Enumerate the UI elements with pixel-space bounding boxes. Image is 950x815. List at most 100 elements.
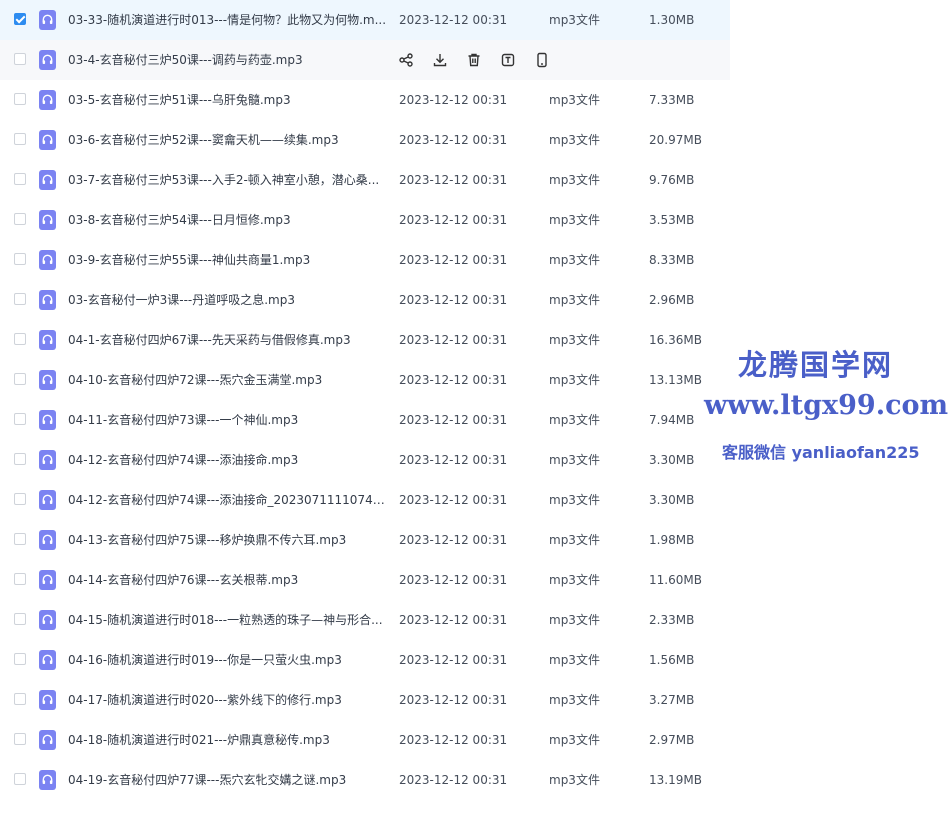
audio-file-icon [39, 370, 56, 390]
watermark-site-name: 龙腾国学网 [738, 348, 894, 382]
file-name[interactable]: 04-13-玄音秘付四炉75课---移炉换鼎不传六耳.mp3 [68, 520, 388, 560]
row-checkbox[interactable] [14, 173, 26, 185]
watermark-url: www.ltgx99.com [704, 390, 949, 421]
file-date: 2023-12-12 00:31 [399, 333, 508, 347]
row-checkbox[interactable] [14, 53, 26, 65]
file-name[interactable]: 03-玄音秘付一炉3课---丹道呼吸之息.mp3 [68, 280, 388, 320]
file-name[interactable]: 04-15-随机演道进行时018---一粒熟透的珠子—神与形合... [68, 600, 388, 640]
audio-file-icon [39, 650, 56, 670]
file-date: 2023-12-12 00:31 [399, 173, 508, 187]
row-checkbox[interactable] [14, 533, 26, 545]
download-icon[interactable] [432, 52, 448, 68]
row-checkbox[interactable] [14, 373, 26, 385]
file-name[interactable]: 04-14-玄音秘付四炉76课---玄关根蒂.mp3 [68, 560, 388, 600]
file-date: 2023-12-12 00:31 [399, 93, 508, 107]
table-row[interactable]: 03-33-随机演道进行时013---情是何物？此物又为何物.m... 2023-… [0, 0, 730, 40]
table-row[interactable]: 03-7-玄音秘付三炉53课---入手2-顿入神室小憩，潜心桑... 2023-1… [0, 160, 730, 200]
file-type: mp3文件 [549, 373, 600, 387]
file-size: 13.13MB [649, 373, 702, 387]
row-checkbox[interactable] [14, 93, 26, 105]
file-name[interactable]: 04-12-玄音秘付四炉74课---添油接命.mp3 [68, 440, 388, 480]
table-row[interactable]: 03-玄音秘付一炉3课---丹道呼吸之息.mp3 2023-12-12 00:31… [0, 280, 730, 320]
file-type: mp3文件 [549, 133, 600, 147]
file-type: mp3文件 [549, 333, 600, 347]
file-name[interactable]: 03-33-随机演道进行时013---情是何物？此物又为何物.m... [68, 0, 388, 40]
table-row[interactable]: 04-15-随机演道进行时018---一粒熟透的珠子—神与形合... 2023-1… [0, 600, 730, 640]
rename-icon[interactable] [500, 52, 516, 68]
share-icon[interactable] [398, 52, 414, 68]
audio-file-icon [39, 450, 56, 470]
table-row[interactable]: 03-5-玄音秘付三炉51课---乌肝兔髓.mp3 2023-12-12 00:3… [0, 80, 730, 120]
table-row[interactable]: 04-11-玄音秘付四炉73课---一个神仙.mp3 2023-12-12 00:… [0, 400, 730, 440]
row-checkbox[interactable] [14, 693, 26, 705]
file-name[interactable]: 04-17-随机演道进行时020---紫外线下的修行.mp3 [68, 680, 388, 720]
file-name[interactable]: 04-19-玄音秘付四炉77课---炁穴玄牝交媾之谜.mp3 [68, 760, 388, 800]
audio-file-icon [39, 130, 56, 150]
file-date: 2023-12-12 00:31 [399, 13, 508, 27]
file-size: 20.97MB [649, 133, 702, 147]
file-name[interactable]: 04-18-随机演道进行时021---炉鼎真意秘传.mp3 [68, 720, 388, 760]
table-row[interactable]: 04-17-随机演道进行时020---紫外线下的修行.mp3 2023-12-12… [0, 680, 730, 720]
file-name[interactable]: 03-9-玄音秘付三炉55课---神仙共商量1.mp3 [68, 240, 388, 280]
file-type: mp3文件 [549, 573, 600, 587]
audio-file-icon [39, 250, 56, 270]
file-size: 3.53MB [649, 213, 695, 227]
table-row[interactable]: 04-12-玄音秘付四炉74课---添油接命_20230711110741...… [0, 480, 730, 520]
file-type: mp3文件 [549, 253, 600, 267]
row-checkbox[interactable] [14, 773, 26, 785]
table-row[interactable]: 04-18-随机演道进行时021---炉鼎真意秘传.mp3 2023-12-12 … [0, 720, 730, 760]
file-size: 11.60MB [649, 573, 702, 587]
row-checkbox[interactable] [14, 133, 26, 145]
table-row[interactable]: 04-1-玄音秘付四炉67课---先天采药与借假修真.mp3 2023-12-12… [0, 320, 730, 360]
row-checkbox[interactable] [14, 253, 26, 265]
file-date: 2023-12-12 00:31 [399, 373, 508, 387]
file-size: 8.33MB [649, 253, 695, 267]
row-checkbox[interactable] [14, 493, 26, 505]
file-type: mp3文件 [549, 293, 600, 307]
table-row[interactable]: 04-14-玄音秘付四炉76课---玄关根蒂.mp3 2023-12-12 00:… [0, 560, 730, 600]
file-name[interactable]: 04-12-玄音秘付四炉74课---添油接命_20230711110741... [68, 480, 388, 520]
table-row[interactable]: 04-10-玄音秘付四炉72课---炁穴金玉满堂.mp3 2023-12-12 0… [0, 360, 730, 400]
file-type: mp3文件 [549, 733, 600, 747]
file-name[interactable]: 04-16-随机演道进行时019---你是一只萤火虫.mp3 [68, 640, 388, 680]
row-checkbox[interactable] [14, 733, 26, 745]
file-type: mp3文件 [549, 413, 600, 427]
file-date: 2023-12-12 00:31 [399, 133, 508, 147]
delete-icon[interactable] [466, 52, 482, 68]
row-checkbox[interactable] [14, 213, 26, 225]
file-name[interactable]: 03-7-玄音秘付三炉53课---入手2-顿入神室小憩，潜心桑... [68, 160, 388, 200]
row-checkbox[interactable] [14, 13, 26, 25]
file-name[interactable]: 04-10-玄音秘付四炉72课---炁穴金玉满堂.mp3 [68, 360, 388, 400]
file-size: 13.19MB [649, 773, 702, 787]
audio-file-icon [39, 410, 56, 430]
table-row[interactable]: 04-13-玄音秘付四炉75课---移炉换鼎不传六耳.mp3 2023-12-12… [0, 520, 730, 560]
row-checkbox[interactable] [14, 413, 26, 425]
file-name[interactable]: 03-8-玄音秘付三炉54课---日月恒修.mp3 [68, 200, 388, 240]
file-size: 3.27MB [649, 693, 695, 707]
file-name[interactable]: 03-6-玄音秘付三炉52课---窦龠天机——续集.mp3 [68, 120, 388, 160]
table-row[interactable]: 03-8-玄音秘付三炉54课---日月恒修.mp3 2023-12-12 00:3… [0, 200, 730, 240]
row-checkbox[interactable] [14, 573, 26, 585]
audio-file-icon [39, 690, 56, 710]
row-checkbox[interactable] [14, 333, 26, 345]
table-row[interactable]: 04-12-玄音秘付四炉74课---添油接命.mp3 2023-12-12 00:… [0, 440, 730, 480]
file-type: mp3文件 [549, 173, 600, 187]
file-name[interactable]: 03-4-玄音秘付三炉50课---调药与药壶.mp3 [68, 40, 388, 80]
row-checkbox[interactable] [14, 453, 26, 465]
file-date: 2023-12-12 00:31 [399, 413, 508, 427]
file-size: 1.30MB [649, 13, 695, 27]
row-checkbox[interactable] [14, 293, 26, 305]
audio-file-icon [39, 10, 56, 30]
table-row[interactable]: 03-9-玄音秘付三炉55课---神仙共商量1.mp3 2023-12-12 00… [0, 240, 730, 280]
row-checkbox[interactable] [14, 653, 26, 665]
file-type: mp3文件 [549, 773, 600, 787]
file-name[interactable]: 04-1-玄音秘付四炉67课---先天采药与借假修真.mp3 [68, 320, 388, 360]
file-name[interactable]: 03-5-玄音秘付三炉51课---乌肝兔髓.mp3 [68, 80, 388, 120]
mobile-icon[interactable] [534, 52, 550, 68]
table-row[interactable]: 03-4-玄音秘付三炉50课---调药与药壶.mp3 [0, 40, 730, 80]
table-row[interactable]: 04-19-玄音秘付四炉77课---炁穴玄牝交媾之谜.mp3 2023-12-12… [0, 760, 730, 800]
table-row[interactable]: 03-6-玄音秘付三炉52课---窦龠天机——续集.mp3 2023-12-12 … [0, 120, 730, 160]
row-checkbox[interactable] [14, 613, 26, 625]
table-row[interactable]: 04-16-随机演道进行时019---你是一只萤火虫.mp3 2023-12-12… [0, 640, 730, 680]
file-name[interactable]: 04-11-玄音秘付四炉73课---一个神仙.mp3 [68, 400, 388, 440]
